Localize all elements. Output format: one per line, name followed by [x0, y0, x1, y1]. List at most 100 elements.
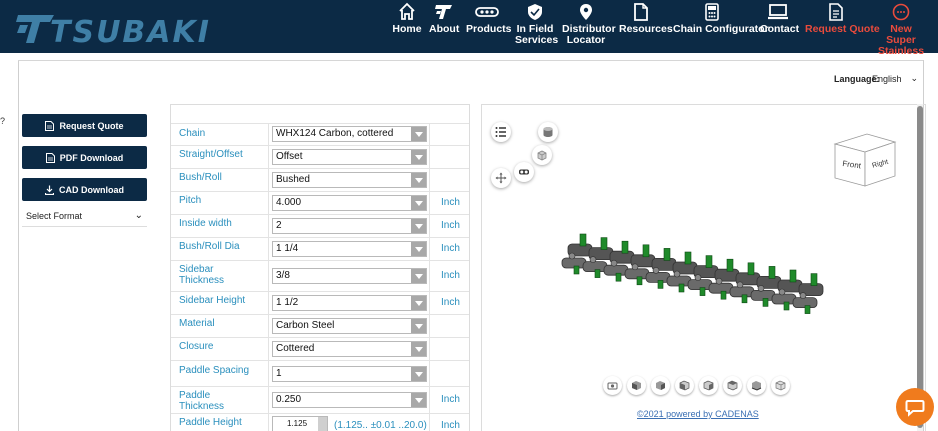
chain-select[interactable]: WHX124 Carbon, cottered: [272, 126, 427, 142]
bush-roll-value: Bushed: [276, 174, 310, 185]
scrollbar-thumb[interactable]: [917, 106, 923, 428]
view-reset-button[interactable]: [603, 376, 622, 395]
dropdown-arrow-icon: [411, 219, 426, 233]
cad-download-button[interactable]: CAD Download: [22, 178, 147, 201]
paddle-height-range: (1.125.. ±0.01 ..20.0): [334, 420, 427, 431]
paddle-thickness-unit: Inch: [441, 394, 460, 405]
projection-button[interactable]: [532, 145, 552, 165]
nav-distributor-locator-label: Distributor Locator: [562, 23, 616, 46]
vr-glasses-button[interactable]: [514, 162, 534, 182]
view-right-button[interactable]: [699, 376, 718, 395]
inside-width-select[interactable]: 2: [272, 218, 427, 234]
dropdown-arrow-icon: [411, 150, 426, 164]
view-left-button[interactable]: [675, 376, 694, 395]
nav-contact[interactable]: Contact: [760, 0, 799, 53]
pitch-select[interactable]: 4.000: [272, 195, 427, 211]
tree-list-button[interactable]: [491, 122, 511, 142]
cad-format-select[interactable]: Select Format ⌄: [22, 207, 147, 227]
nav-new-super-stainless[interactable]: New Super Stainless: [874, 0, 928, 57]
paddle-height-input[interactable]: 1.125: [272, 416, 328, 431]
chain-pin: [799, 292, 807, 299]
nav-distributor-locator[interactable]: Distributor Locator: [562, 0, 616, 53]
nav-new-super-stainless-label: New Super Stainless: [877, 23, 925, 57]
chain-3d-model[interactable]: [560, 222, 835, 322]
bush-roll-dia-select[interactable]: 1 1/4: [272, 241, 427, 257]
nav-request-quote[interactable]: Request Quote: [805, 0, 880, 53]
page-scrollbar[interactable]: [917, 104, 923, 431]
request-quote-button[interactable]: Request Quote: [22, 114, 147, 137]
language-select[interactable]: English ⌄: [872, 73, 920, 84]
nav-chain-configurator[interactable]: Chain Configurator: [673, 0, 769, 53]
chain-paddle: [621, 240, 629, 254]
cad-format-value: Select Format: [26, 211, 83, 221]
render-mode-button[interactable]: [538, 122, 558, 142]
view-top-button[interactable]: [723, 376, 742, 395]
cube-outline-icon: [537, 150, 547, 161]
nav-products[interactable]: Products: [466, 0, 512, 53]
request-quote-label: Request Quote: [59, 120, 124, 131]
paddle-spacing-value: 1: [276, 368, 282, 379]
column-divider: [268, 361, 269, 386]
pdf-download-button[interactable]: PDF Download: [22, 146, 147, 169]
cube-top-icon: [727, 380, 738, 391]
site-header: TSUBAKI Home About Products In Field Ser…: [0, 0, 938, 57]
nav-in-field-services[interactable]: In Field Services: [515, 0, 558, 53]
dropdown-arrow-icon: [411, 127, 426, 141]
document-icon: [45, 152, 55, 163]
bush-roll-dia-label: Bush/Roll Dia: [179, 241, 240, 252]
dropdown-arrow-icon: [411, 269, 426, 283]
pitch-label: Pitch: [179, 195, 202, 206]
nav-home[interactable]: Home: [392, 0, 422, 53]
stepper-arrows-icon[interactable]: [318, 417, 327, 431]
pitch-unit: Inch: [441, 197, 460, 208]
closure-select[interactable]: Cottered: [272, 341, 427, 357]
form-row-paddle-thickness: Paddle Thickness 0.250 Inch: [171, 386, 469, 413]
view-iso-button[interactable]: [771, 376, 790, 395]
powered-by-cadenas-link[interactable]: ©2021 powered by CADENAS: [637, 409, 759, 419]
view-back-button[interactable]: [651, 376, 670, 395]
chain-paddle: [804, 305, 811, 314]
column-divider: [268, 124, 269, 145]
configurator-form: Chain WHX124 Carbon, cottered Straight/O…: [170, 104, 470, 431]
tsubaki-logo[interactable]: TSUBAKI: [16, 9, 209, 50]
dropdown-arrow-icon: [411, 296, 426, 310]
sidebar-height-select[interactable]: 1 1/2: [272, 295, 427, 311]
paddle-thickness-value: 0.250: [276, 394, 302, 405]
document-icon: [634, 3, 648, 21]
chain-pin: [757, 285, 765, 292]
nav-home-label: Home: [392, 23, 422, 35]
chain-icon: [475, 7, 499, 17]
view-bottom-button[interactable]: [747, 376, 766, 395]
straight-offset-select[interactable]: Offset: [272, 149, 427, 165]
nav-resources[interactable]: Resources: [619, 0, 673, 53]
shield-icon: [528, 4, 542, 20]
nav-resources-label: Resources: [619, 23, 673, 35]
form-row-bush-roll: Bush/Roll Bushed: [171, 168, 469, 191]
chat-bubble-icon: [905, 400, 925, 417]
column-divider: [268, 338, 269, 360]
sidebar-thickness-value: 3/8: [276, 270, 290, 281]
chat-button[interactable]: [896, 388, 934, 426]
sidebar-thickness-select[interactable]: 3/8: [272, 268, 427, 284]
paddle-thickness-select[interactable]: 0.250: [272, 392, 427, 408]
bush-roll-select[interactable]: Bushed: [272, 172, 427, 188]
paddle-height-label: Paddle Height: [179, 417, 242, 428]
material-select[interactable]: Carbon Steel: [272, 318, 427, 334]
nav-about[interactable]: About: [429, 0, 459, 53]
view-front-button[interactable]: [627, 376, 646, 395]
move-tool-button[interactable]: [491, 168, 511, 188]
view-cube[interactable]: Front Right: [833, 130, 897, 188]
column-divider: [268, 215, 269, 237]
column-divider: [268, 192, 269, 214]
column-divider: [268, 261, 269, 291]
straight-offset-label: Straight/Offset: [179, 149, 243, 160]
pdf-download-label: PDF Download: [59, 152, 124, 163]
nav-request-quote-label: Request Quote: [805, 23, 880, 35]
frame-border-left: [18, 60, 19, 431]
dropdown-arrow-icon: [411, 342, 426, 356]
chevron-down-icon: ⌄: [910, 73, 918, 83]
material-label: Material: [179, 318, 215, 329]
paddle-spacing-select[interactable]: 1: [272, 366, 427, 382]
cylinder-icon: [543, 127, 553, 137]
chain-paddle: [741, 294, 748, 304]
